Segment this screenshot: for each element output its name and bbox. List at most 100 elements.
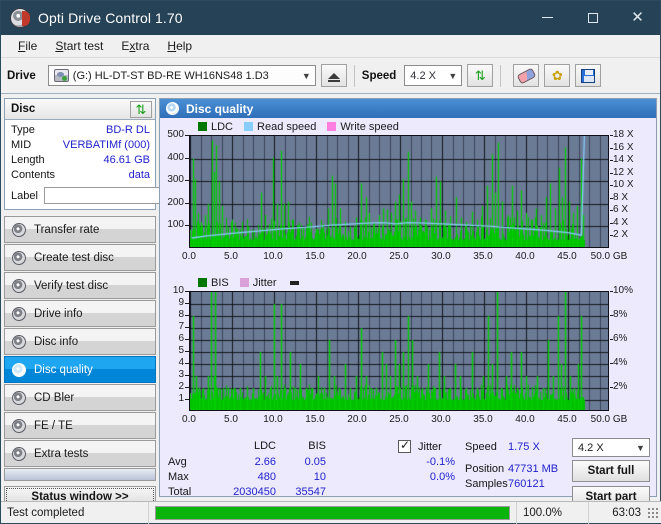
main-body: Disc ⇅ Type BD-R DL MID VERBATIMf (000) … xyxy=(1,94,660,508)
secondary-y-axis-tick-mark xyxy=(610,291,613,292)
start-full-button[interactable]: Start full xyxy=(572,460,650,482)
y-axis-tick: 9 xyxy=(178,297,184,308)
drive-select-value: (G:) HL-DT-ST BD-RE WH16NS48 1.D3 xyxy=(72,69,269,82)
speed-select[interactable]: 4.2 X ▼ xyxy=(404,65,463,86)
disc-type-value: BD-R DL xyxy=(105,124,150,136)
menu-item-file[interactable]: File xyxy=(9,36,46,56)
y-axis-tick: 400 xyxy=(167,151,184,163)
secondary-y-axis-tick-mark xyxy=(610,339,613,340)
secondary-y-axis-tick: 2% xyxy=(613,381,628,392)
test-speed-select[interactable]: 4.2 X ▼ xyxy=(572,438,650,457)
position-stat-label: Position xyxy=(465,463,505,475)
nav-list: Transfer rate Create test disc Verify te… xyxy=(4,216,156,481)
close-button[interactable]: ✕ xyxy=(615,1,660,34)
erase-button[interactable] xyxy=(513,64,540,87)
secondary-y-axis-tick-mark xyxy=(610,147,613,149)
menu-item-help[interactable]: Help xyxy=(158,36,201,56)
disc-icon xyxy=(12,306,26,321)
sidebar-item-label: Disc info xyxy=(34,335,79,348)
sidebar-item-drive-info[interactable]: Drive info xyxy=(4,300,156,327)
sidebar-item-transfer-rate[interactable]: Transfer rate xyxy=(4,216,156,243)
speed-label: Speed xyxy=(361,69,397,82)
jitter-marker-icon xyxy=(289,280,299,285)
y-axis-tick: 100 xyxy=(167,219,184,231)
test-speed-value: 4.2 X xyxy=(578,441,604,454)
disc-mid-label: MID xyxy=(11,139,32,151)
x-axis-tick: 30.0 xyxy=(431,251,451,262)
maximize-button[interactable] xyxy=(570,1,615,34)
disc-label-label: Label xyxy=(11,189,38,202)
secondary-y-axis-tick: 8 X xyxy=(613,191,629,203)
drive-label: Drive xyxy=(7,69,36,82)
eraser-icon xyxy=(516,67,537,84)
y-axis-tick: 7 xyxy=(178,321,184,332)
sidebar-item-disc-info[interactable]: Disc info xyxy=(4,328,156,355)
y-axis-tick: 4 xyxy=(178,357,184,368)
bis-plot-area[interactable] xyxy=(189,291,609,411)
sidebar-item-extra-tests[interactable]: Extra tests xyxy=(4,440,156,467)
stats-row-avg-label: Avg xyxy=(168,456,187,468)
disc-icon xyxy=(12,390,26,405)
x-axis-tick: 50.0 GB xyxy=(590,251,628,262)
sidebar-item-label: Verify test disc xyxy=(34,279,109,292)
legend-label-ldc: LDC xyxy=(211,120,234,133)
secondary-y-axis-tick-mark xyxy=(610,235,613,237)
chevron-down-icon: ▼ xyxy=(448,70,458,81)
resize-grip[interactable] xyxy=(647,506,659,519)
menu-bar: File Start test Extra Help xyxy=(1,35,660,58)
status-bar: Test completed 100.0% 63:03 xyxy=(1,501,661,524)
y-axis-tick-mark xyxy=(185,315,189,316)
disc-refresh-button[interactable]: ⇅ xyxy=(130,100,152,118)
secondary-y-axis-tick-mark xyxy=(610,197,613,199)
bis-chart-legend: BIS Jitter xyxy=(198,275,299,290)
stats-row-max-label: Max xyxy=(168,471,189,483)
secondary-y-axis-tick: 12 X xyxy=(613,166,634,178)
x-axis-tick: 40.0 xyxy=(515,414,535,425)
legend-label-read-speed: Read speed xyxy=(257,120,317,133)
eject-button[interactable] xyxy=(320,64,347,87)
ldc-plot-area[interactable] xyxy=(189,135,609,248)
x-axis-tick: 10.0 xyxy=(263,414,283,425)
secondary-y-axis-tick: 10 X xyxy=(613,179,634,191)
refresh-button[interactable]: ⇅ xyxy=(467,64,494,87)
menu-item-extra[interactable]: Extra xyxy=(112,36,158,56)
y-axis-tick-mark xyxy=(185,327,189,328)
sidebar: Disc ⇅ Type BD-R DL MID VERBATIMf (000) … xyxy=(1,94,246,507)
legend-label-write-speed: Write speed xyxy=(340,120,399,133)
settings-button[interactable]: ✿ xyxy=(544,64,571,87)
ldc-plot-canvas xyxy=(190,136,608,247)
secondary-y-axis-tick: 14 X xyxy=(613,154,634,166)
menu-item-start-test[interactable]: Start test xyxy=(46,36,112,56)
secondary-y-axis-tick: 6 X xyxy=(613,204,629,216)
sidebar-item-fe-te[interactable]: FE / TE xyxy=(4,412,156,439)
legend-swatch-jitter xyxy=(239,278,249,287)
disc-panel: Disc ⇅ Type BD-R DL MID VERBATIMf (000) … xyxy=(4,98,246,210)
stats-total-bis: 35547 xyxy=(295,486,326,498)
minimize-button[interactable] xyxy=(525,1,570,34)
legend-swatch-read-speed xyxy=(244,122,254,131)
disc-contents-label: Contents xyxy=(11,169,56,181)
legend-label-bis: BIS xyxy=(211,276,229,289)
disc-length-label: Length xyxy=(11,154,45,166)
secondary-y-axis-tick-mark xyxy=(610,387,613,388)
x-axis-tick: 0.0 xyxy=(182,251,196,262)
drive-select[interactable]: (G:) HL-DT-ST BD-RE WH16NS48 1.D3 ▼ xyxy=(47,65,316,86)
sidebar-item-disc-quality[interactable]: Disc quality xyxy=(4,356,156,383)
x-axis-tick: 30.0 xyxy=(431,414,451,425)
sidebar-item-label: Disc quality xyxy=(34,363,93,376)
sidebar-item-create-test-disc[interactable]: Create test disc xyxy=(4,244,156,271)
disc-icon xyxy=(12,278,26,293)
sidebar-item-verify-test-disc[interactable]: Verify test disc xyxy=(4,272,156,299)
sidebar-item-cd-bler[interactable]: CD Bler xyxy=(4,384,156,411)
content-header: Disc quality xyxy=(160,99,656,118)
y-axis-tick-mark xyxy=(185,375,189,376)
x-axis-tick: 0.0 xyxy=(182,414,196,425)
jitter-checkbox[interactable] xyxy=(398,438,411,453)
progress-percent: 100.0% xyxy=(517,501,589,524)
save-button[interactable] xyxy=(575,64,602,87)
chevron-down-icon: ▼ xyxy=(636,442,645,453)
stats-avg-bis: 0.05 xyxy=(304,456,326,468)
disc-icon xyxy=(12,362,26,377)
disc-panel-header: Disc ⇅ xyxy=(5,99,155,120)
x-axis-tick: 25.0 xyxy=(389,251,409,262)
